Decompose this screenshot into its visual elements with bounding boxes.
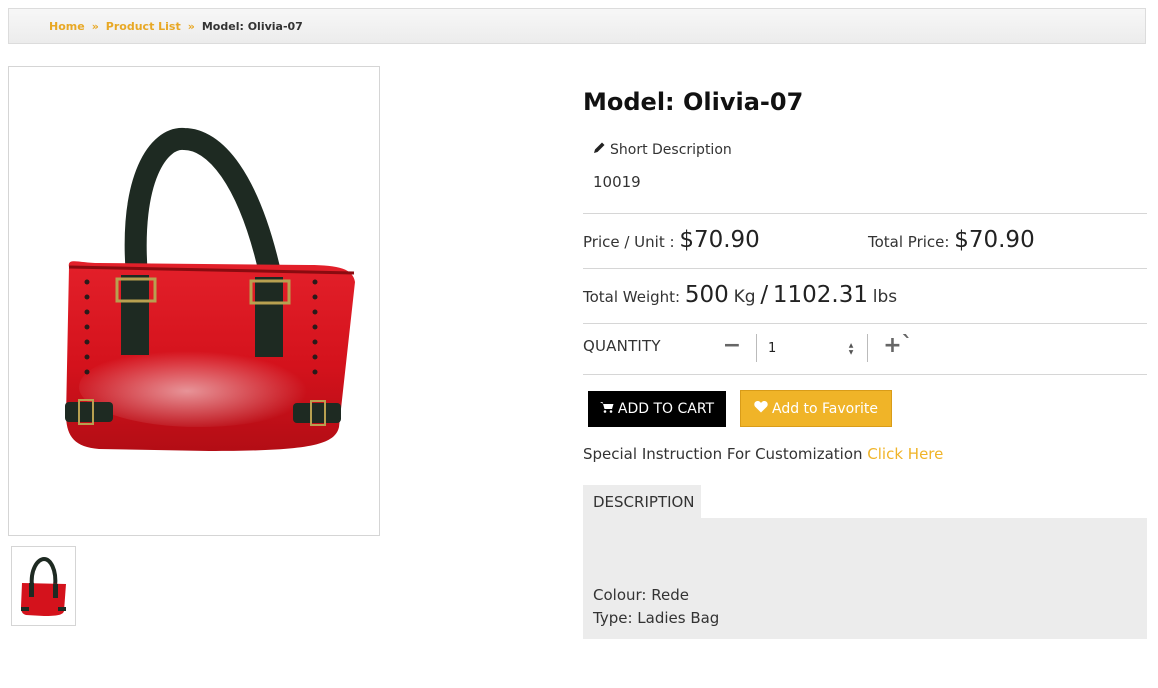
add-to-cart-button[interactable]: ADD TO CART <box>588 391 726 427</box>
short-description-value: 10019 <box>593 173 641 191</box>
total-price: Total Price: $70.90 <box>868 227 1035 253</box>
add-to-favorite-label: Add to Favorite <box>771 400 878 417</box>
add-to-cart-label: ADD TO CART <box>617 401 715 417</box>
quantity-decrease-button[interactable]: − <box>722 333 742 358</box>
short-description-label: Short Description <box>593 141 732 158</box>
handbag-thumbnail-image <box>21 556 66 616</box>
total-price-label: Total Price: <box>868 233 955 251</box>
weight-lbs-unit: lbs <box>872 287 898 307</box>
unit-price-value: $70.90 <box>679 227 760 253</box>
customization-line: Special Instruction For Customization Cl… <box>583 445 943 463</box>
description-type: Type: Ladies Bag <box>593 609 720 627</box>
product-main-image[interactable] <box>8 66 380 536</box>
weight-slash: / <box>760 282 769 308</box>
breadcrumb-home-link[interactable]: Home <box>49 20 85 33</box>
quantity-label: QUANTITY <box>583 337 661 355</box>
quantity-input[interactable] <box>766 340 840 357</box>
quantity-spin-arrows-icon[interactable]: ▲ ▼ <box>846 341 856 357</box>
divider <box>583 374 1147 375</box>
breadcrumb: Home » Product List » Model: Olivia-07 <box>8 8 1146 44</box>
total-weight: Total Weight: 500 Kg / 1102.31 lbs <box>583 282 897 308</box>
unit-price: Price / Unit : $70.90 <box>583 227 760 253</box>
divider <box>583 268 1147 269</box>
breadcrumb-separator: » <box>91 19 99 33</box>
pencil-icon <box>593 141 606 158</box>
total-price-value: $70.90 <box>954 227 1035 253</box>
short-description-label-text: Short Description <box>610 141 732 158</box>
tab-description[interactable]: DESCRIPTION <box>583 485 701 519</box>
description-colour: Colour: Rede <box>593 586 689 604</box>
quantity-increase-button[interactable]: +` <box>883 333 912 358</box>
weight-kg-unit: Kg <box>733 287 756 307</box>
cart-icon <box>599 401 614 417</box>
breadcrumb-separator: » <box>187 19 195 33</box>
product-title: Model: Olivia-07 <box>583 88 804 116</box>
breadcrumb-current: Model: Olivia-07 <box>201 19 303 33</box>
unit-price-label: Price / Unit : <box>583 233 680 251</box>
heart-icon <box>754 400 768 417</box>
divider <box>583 213 1147 214</box>
weight-lbs-value: 1102.31 <box>772 282 868 308</box>
product-thumbnail[interactable] <box>11 546 76 626</box>
handbag-image <box>65 128 355 451</box>
weight-kg-value: 500 <box>684 282 729 308</box>
divider <box>583 323 1147 324</box>
customization-click-here-link[interactable]: Click Here <box>867 445 943 463</box>
customization-text: Special Instruction For Customization <box>583 445 868 463</box>
add-to-favorite-button[interactable]: Add to Favorite <box>740 390 892 427</box>
breadcrumb-product-list-link[interactable]: Product List <box>106 20 181 33</box>
weight-label: Total Weight: <box>583 288 685 306</box>
